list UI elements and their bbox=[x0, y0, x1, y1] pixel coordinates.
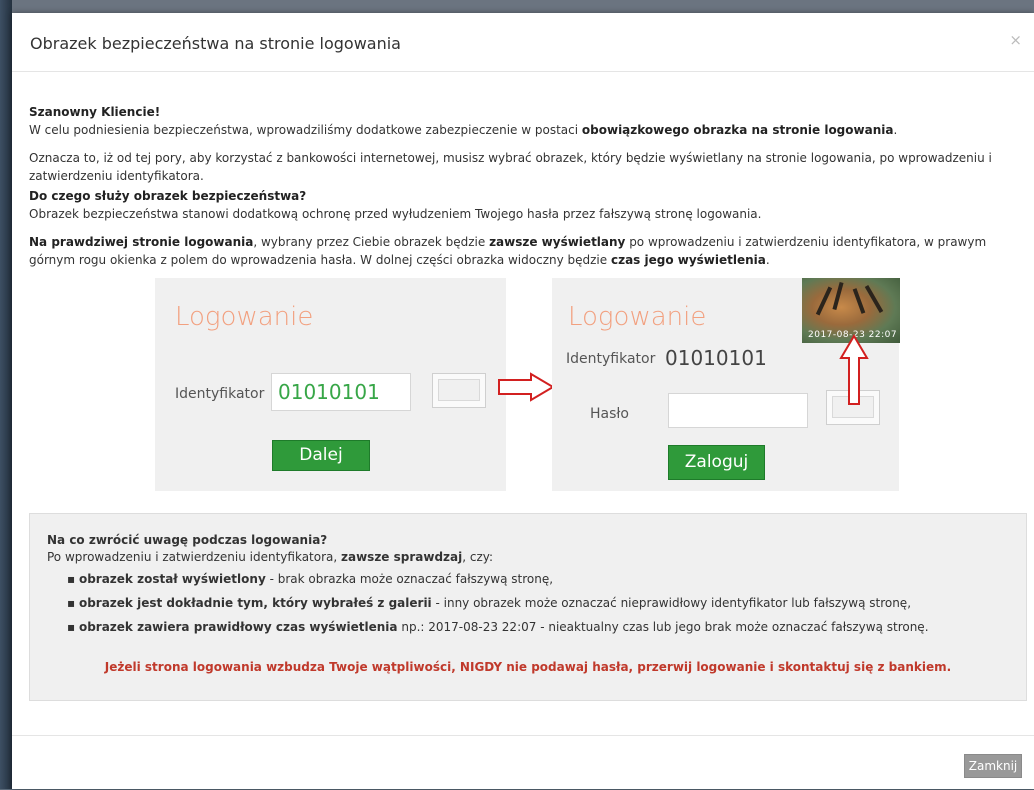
intro-paragraph: Szanowny Kliencie! W celu podniesienia b… bbox=[29, 103, 1019, 139]
greeting: Szanowny Kliencie! bbox=[29, 105, 161, 119]
notice-intro-punct: , czy: bbox=[462, 550, 494, 564]
notice-heading: Na co zwrócić uwagę podczas logowania? bbox=[47, 531, 327, 549]
arrow-up-icon bbox=[839, 334, 869, 405]
list-item: ▪ obrazek jest dokładnie tym, który wybr… bbox=[67, 596, 912, 610]
figure-right-id-label: Identyfikator bbox=[566, 351, 656, 367]
figure-right-login-button: Zaloguj bbox=[668, 445, 765, 480]
real-page-text-1: , wybrany przez Ciebie obrazek będzie bbox=[253, 235, 490, 249]
arrow-right-icon bbox=[498, 372, 555, 402]
list-item-text: - inny obrazek może oznaczać nieprawidło… bbox=[431, 596, 912, 610]
figure-left-title: Logowanie bbox=[175, 302, 314, 332]
security-image-modal: Obrazek bezpieczeństwa na stronie logowa… bbox=[12, 13, 1034, 789]
figure-right-id-value: 01010101 bbox=[665, 346, 767, 370]
figure-left-next-button: Dalej bbox=[272, 440, 370, 471]
modal-body: Szanowny Kliencie! W celu podniesienia b… bbox=[12, 72, 1034, 735]
explain-paragraph: Oznacza to, iż od tej pory, aby korzysta… bbox=[29, 151, 992, 183]
figure-login-step1: Logowanie Identyfikator 01010101 Dalej bbox=[155, 278, 506, 491]
list-item: ▪ obrazek zawiera prawidłowy czas wyświe… bbox=[67, 620, 929, 634]
warning-text: Jeżeli strona logowania wzbudza Twoje wą… bbox=[104, 660, 952, 674]
intro-punct: . bbox=[893, 123, 898, 137]
real-page-paragraph: Na prawdziwej stronie logowania, wybrany… bbox=[29, 233, 1019, 269]
modal-title: Obrazek bezpieczeństwa na stronie logowa… bbox=[30, 34, 401, 53]
figure-right-password-input bbox=[668, 393, 808, 428]
real-page-emphasis: Na prawdziwej stronie logowania bbox=[29, 235, 254, 249]
figure-login-step2: Logowanie Identyfikator 01010101 Hasło Z… bbox=[552, 278, 900, 491]
keyboard-icon bbox=[432, 373, 486, 408]
notice-intro-emphasis: zawsze sprawdzaj bbox=[341, 550, 463, 564]
modal-header: Obrazek bezpieczeństwa na stronie logowa… bbox=[12, 13, 1034, 72]
close-icon[interactable]: × bbox=[1009, 31, 1022, 49]
purpose-paragraph: Do czego służy obrazek bezpieczeństwa? O… bbox=[29, 187, 1019, 223]
list-item-text: - brak obrazka może oznaczać fałszywą st… bbox=[265, 572, 554, 586]
list-item: ▪ obrazek został wyświetlony - brak obra… bbox=[67, 572, 554, 586]
intro-emphasis: obowiązkowego obrazka na stronie logowan… bbox=[581, 123, 894, 137]
display-time-emphasis: czas jego wyświetlenia bbox=[610, 253, 766, 267]
list-item-bold: obrazek został wyświetlony bbox=[78, 572, 266, 586]
notice-box: Na co zwrócić uwagę podczas logowania? P… bbox=[29, 513, 1027, 701]
notice-intro: Po wprowadzeniu i zatwierdzeniu identyfi… bbox=[47, 548, 493, 566]
notice-intro-text: Po wprowadzeniu i zatwierdzeniu identyfi… bbox=[47, 550, 342, 564]
intro-text: W celu podniesienia bezpieczeństwa, wpro… bbox=[29, 123, 582, 137]
list-item-text: np.: 2017-08-23 22:07 - nieaktualny czas… bbox=[397, 620, 929, 634]
figure-left-id-label: Identyfikator bbox=[175, 386, 265, 402]
list-item-bold: obrazek zawiera prawidłowy czas wyświetl… bbox=[78, 620, 398, 634]
always-shown-emphasis: zawsze wyświetlany bbox=[489, 235, 626, 249]
notice-title: Na co zwrócić uwagę podczas logowania? bbox=[47, 533, 328, 547]
figure-right-title: Logowanie bbox=[568, 302, 707, 332]
close-button[interactable]: Zamknij bbox=[964, 754, 1022, 778]
real-page-punct: . bbox=[765, 253, 770, 267]
purpose-title: Do czego służy obrazek bezpieczeństwa? bbox=[29, 189, 307, 203]
purpose-text: Obrazek bezpieczeństwa stanowi dodatkową… bbox=[29, 207, 762, 221]
figure-left-id-value: 01010101 bbox=[278, 380, 380, 404]
modal-footer: Zamknij bbox=[12, 735, 1034, 790]
figure-left-id-input: 01010101 bbox=[271, 373, 411, 411]
list-item-bold: obrazek jest dokładnie tym, który wybrał… bbox=[78, 596, 432, 610]
figure-right-password-label: Hasło bbox=[590, 406, 629, 422]
